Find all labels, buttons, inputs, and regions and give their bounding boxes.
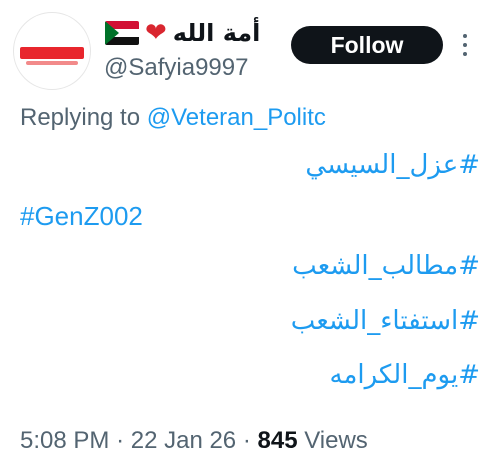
- tweet-date[interactable]: 22 Jan 26: [131, 427, 236, 454]
- author-handle[interactable]: @Safyia9997: [104, 54, 248, 82]
- replying-prefix: Replying to: [20, 104, 141, 131]
- hashtag-link[interactable]: #عزل_السيسي: [305, 150, 480, 180]
- tweet-time[interactable]: 5:08 PM: [20, 427, 109, 454]
- avatar-logo-subline: [26, 61, 78, 65]
- hashtag-link[interactable]: #استفتاء_الشعب: [291, 306, 480, 336]
- avatar[interactable]: [13, 12, 91, 90]
- author-display-name: أمة الله: [172, 19, 261, 47]
- reply-target-link[interactable]: @Veteran_Politc: [147, 104, 326, 131]
- more-options-icon[interactable]: [458, 34, 472, 56]
- tweet-meta: 5:08 PM · 22 Jan 26 · 845 Views: [20, 427, 368, 455]
- views-count: 845: [257, 427, 298, 454]
- meta-separator: ·: [116, 427, 131, 454]
- avatar-logo-banner: [20, 47, 84, 59]
- views-label: Views: [304, 427, 368, 454]
- hashtag-link[interactable]: #GenZ002: [20, 201, 143, 232]
- hashtag-link[interactable]: #يوم_الكرامه: [330, 360, 481, 390]
- hashtag-link[interactable]: #مطالب_الشعب: [292, 251, 480, 281]
- author-name-row[interactable]: ❤ أمة الله: [105, 16, 260, 50]
- heart-icon: ❤: [145, 18, 167, 48]
- meta-separator: ·: [242, 427, 258, 454]
- sudan-flag-icon: [105, 21, 139, 45]
- replying-to: Replying to @Veteran_Politc: [20, 104, 326, 132]
- follow-button[interactable]: Follow: [291, 26, 443, 64]
